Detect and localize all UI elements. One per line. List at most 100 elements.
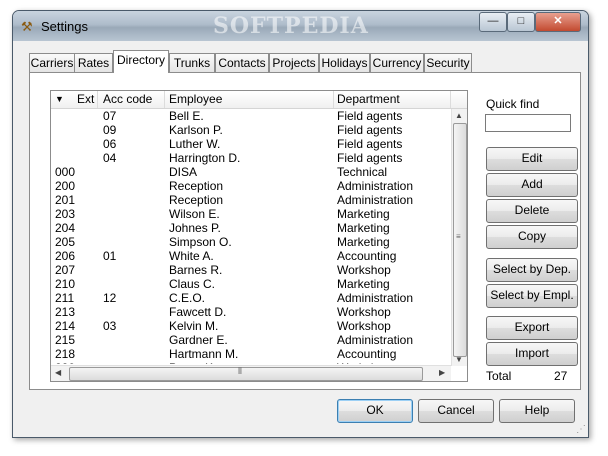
cell-ext: 215 (55, 333, 76, 347)
vertical-scrollbar[interactable]: ▲ ≡ ▼ (451, 109, 467, 366)
cell-employee: C.E.O. (169, 291, 206, 305)
cell-department: Technical (337, 165, 388, 179)
cell-department: Field agents (337, 109, 403, 123)
column-employee[interactable]: Employee (165, 91, 334, 108)
column-ext-label: Ext (77, 92, 95, 106)
table-row[interactable]: 200 Reception Administration (51, 179, 451, 193)
cell-department: Marketing (337, 277, 390, 291)
tab-projects[interactable]: Projects (269, 53, 319, 72)
tab-directory[interactable]: Directory (113, 50, 169, 73)
table-row[interactable]: 201 Reception Administration (51, 193, 451, 207)
quick-find-input[interactable] (485, 114, 571, 132)
cell-acc-code: 03 (103, 319, 117, 333)
tab-security[interactable]: Security (424, 53, 472, 72)
cell-employee: Hartmann M. (169, 347, 239, 361)
table-row[interactable]: 07 Bell E. Field agents (51, 109, 451, 123)
table-row[interactable]: 000 DISA Technical (51, 165, 451, 179)
table-row[interactable]: 214 03 Kelvin M. Workshop (51, 319, 451, 333)
cell-employee: Wilson E. (169, 207, 220, 221)
table-row[interactable]: 210 Claus C. Marketing (51, 277, 451, 291)
cell-ext: 204 (55, 221, 76, 235)
column-department[interactable]: Department (334, 91, 451, 108)
table-row[interactable]: 04 Harrington D. Field agents (51, 151, 451, 165)
table-row[interactable]: 205 Simpson O. Marketing (51, 235, 451, 249)
table-row[interactable]: 204 Johnes P. Marketing (51, 221, 451, 235)
cell-employee: Harrington D. (169, 151, 241, 165)
table-row[interactable]: 06 Luther W. Field agents (51, 137, 451, 151)
table-row[interactable]: 207 Barnes R. Workshop (51, 263, 451, 277)
cell-department: Administration (337, 291, 414, 305)
cell-department: Administration (337, 333, 414, 347)
close-button[interactable]: ✕ (535, 12, 581, 32)
import-button[interactable]: Import (486, 342, 578, 366)
table-row[interactable]: 203 Wilson E. Marketing (51, 207, 451, 221)
add-button[interactable]: Add (486, 173, 578, 197)
table-row[interactable]: 215 Gardner E. Administration (51, 333, 451, 347)
cell-ext: 210 (55, 277, 76, 291)
table-row[interactable]: 213 Fawcett D. Workshop (51, 305, 451, 319)
directory-panel: ▼ Ext Acc code Employee Department 07 Bel… (29, 72, 581, 390)
select-by-dep-button[interactable]: Select by Dep. (486, 258, 578, 282)
cell-employee: Reception (169, 193, 224, 207)
edit-button[interactable]: Edit (486, 147, 578, 171)
cell-employee: Gardner E. (169, 333, 228, 347)
cell-department: Field agents (337, 151, 403, 165)
cell-ext: 203 (55, 207, 76, 221)
window-title: Settings (41, 19, 88, 34)
horizontal-scrollbar[interactable]: ◀ ⦀ ▶ (51, 365, 451, 381)
cell-employee: Kelvin M. (169, 319, 219, 333)
column-acc-label: Acc code (103, 92, 153, 106)
export-button[interactable]: Export (486, 316, 578, 340)
maximize-button[interactable]: □ (507, 12, 535, 32)
cell-employee: Johnes P. (169, 221, 221, 235)
table-row[interactable]: 220 Porter K. Workshop (51, 361, 451, 364)
tab-rates[interactable]: Rates (74, 53, 113, 72)
cell-department: Workshop (337, 263, 391, 277)
cell-ext: 220 (55, 361, 75, 364)
scroll-right-icon[interactable]: ▶ (439, 368, 445, 377)
table-row[interactable]: 211 12 C.E.O. Administration (51, 291, 451, 305)
cell-ext: 205 (55, 235, 76, 249)
cell-employee: Reception (169, 179, 224, 193)
copy-button[interactable]: Copy (486, 225, 578, 249)
table-row[interactable]: 09 Karlson P. Field agents (51, 123, 451, 137)
delete-button[interactable]: Delete (486, 199, 578, 223)
tab-contacts[interactable]: Contacts (215, 53, 269, 72)
cell-ext: 214 (55, 319, 76, 333)
horizontal-scroll-thumb[interactable]: ⦀ (69, 366, 423, 381)
scroll-down-icon[interactable]: ▼ (455, 355, 463, 364)
cell-department: Accounting (337, 249, 397, 263)
vertical-scroll-thumb[interactable]: ≡ (453, 123, 467, 357)
tab-currency[interactable]: Currency (370, 53, 424, 72)
cell-employee: Simpson O. (169, 235, 232, 249)
cell-department: Administration (337, 193, 414, 207)
select-by-empl-button[interactable]: Select by Empl. (486, 284, 578, 308)
tab-holidays[interactable]: Holidays (319, 53, 370, 72)
scroll-left-icon[interactable]: ◀ (55, 368, 61, 377)
settings-window: ⚒ Settings SOFTPEDIA — □ ✕ Carriers Rate… (12, 10, 589, 438)
column-acc-code[interactable]: Acc code (98, 91, 165, 108)
resize-grip-icon[interactable]: ⋰ (576, 424, 586, 435)
table-row[interactable]: 218 Hartmann M. Accounting (51, 347, 451, 361)
cell-employee: DISA (169, 165, 198, 179)
cell-acc-code: 09 (103, 123, 117, 137)
tab-carriers[interactable]: Carriers (29, 53, 75, 72)
grip-icon: ⦀ (238, 366, 242, 376)
minimize-button[interactable]: — (479, 12, 507, 32)
title-bar[interactable]: ⚒ Settings SOFTPEDIA — □ ✕ (13, 11, 588, 41)
cell-department: Accounting (337, 347, 397, 361)
cell-department: Marketing (337, 235, 390, 249)
employee-list[interactable]: ▼ Ext Acc code Employee Department 07 Bel… (50, 90, 468, 382)
sort-arrow-icon: ▼ (55, 94, 64, 104)
cell-employee: Karlson P. (169, 123, 223, 137)
cancel-button[interactable]: Cancel (418, 399, 494, 423)
column-ext[interactable]: ▼ Ext (51, 91, 98, 108)
help-button[interactable]: Help (499, 399, 575, 423)
table-row[interactable]: 206 01 White A. Accounting (51, 249, 451, 263)
cell-department: Marketing (337, 207, 390, 221)
list-header: ▼ Ext Acc code Employee Department (51, 91, 467, 109)
ok-button[interactable]: OK (337, 399, 413, 423)
cell-acc-code: 04 (103, 151, 117, 165)
tab-trunks[interactable]: Trunks (169, 53, 215, 72)
scroll-up-icon[interactable]: ▲ (455, 111, 463, 120)
